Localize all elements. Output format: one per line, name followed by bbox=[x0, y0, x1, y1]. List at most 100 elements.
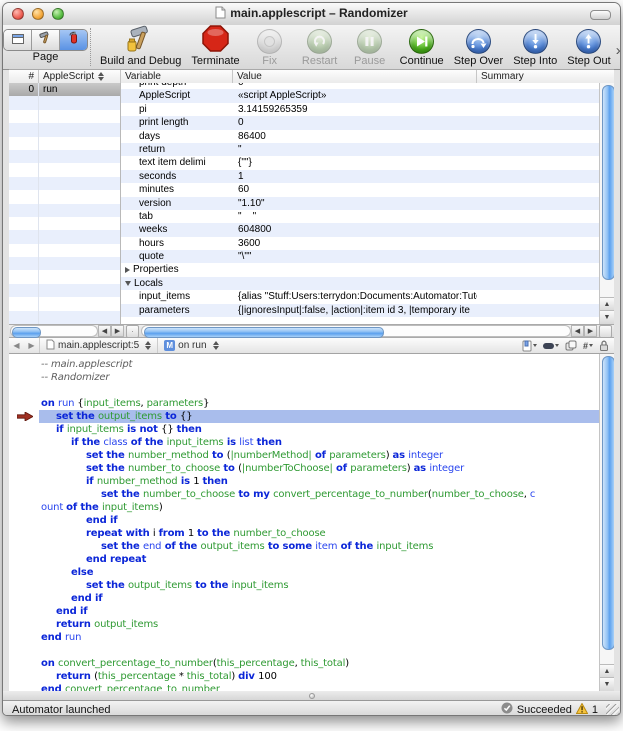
scroll-up-arrow[interactable]: ▲ bbox=[600, 297, 614, 311]
code-line[interactable]: if the class of the input_items is list … bbox=[9, 436, 599, 449]
stack-frame-row[interactable]: 0run bbox=[9, 83, 120, 96]
warning-icon[interactable] bbox=[576, 703, 588, 717]
stack-empty-row bbox=[9, 230, 120, 243]
toolbar-button-step-over[interactable]: Step Over bbox=[454, 27, 504, 67]
stack-column-number[interactable]: # bbox=[9, 70, 39, 83]
code-line[interactable]: repeat with i from 1 to the number_to_ch… bbox=[9, 527, 599, 540]
variables-column-variable[interactable]: Variable bbox=[121, 70, 233, 83]
code-line[interactable]: set the number_method to (|numberMethod|… bbox=[9, 449, 599, 462]
variables-column-value[interactable]: Value bbox=[233, 70, 477, 83]
page-segment-editor[interactable] bbox=[4, 30, 32, 50]
scrollbar-corner-box bbox=[599, 325, 612, 338]
variable-row[interactable]: quote"\"" bbox=[121, 250, 599, 263]
stack-empty-row bbox=[9, 204, 120, 217]
code-line[interactable]: on convert_percentage_to_number(this_per… bbox=[9, 657, 599, 670]
variable-row[interactable]: hours3600 bbox=[121, 237, 599, 250]
code-line[interactable]: end if bbox=[9, 514, 599, 527]
breakpoints-menu-icon[interactable] bbox=[543, 343, 559, 349]
editor-scrollbar-thumb[interactable] bbox=[602, 356, 615, 650]
symbol-popup[interactable]: M on run bbox=[157, 338, 224, 353]
toolbar-toggle-button[interactable] bbox=[590, 10, 611, 20]
code-line[interactable]: set the number_to_choose to (|numberToCh… bbox=[9, 462, 599, 475]
code-line[interactable] bbox=[9, 644, 599, 657]
code-line[interactable]: return output_items bbox=[9, 618, 599, 631]
code-line[interactable]: set the end of the output_items to some … bbox=[9, 540, 599, 553]
variable-row[interactable]: parameters{|ignoresInput|:false, |action… bbox=[121, 304, 599, 317]
hammer-icon bbox=[126, 25, 156, 57]
current-execution-line[interactable]: set the output_items to {} bbox=[9, 410, 599, 423]
code-line[interactable]: end repeat bbox=[9, 553, 599, 566]
toolbar-button-step-out[interactable]: Step Out bbox=[567, 27, 610, 67]
stack-hscrollbar[interactable] bbox=[10, 325, 98, 337]
history-back-button[interactable]: ◀ bbox=[9, 341, 24, 350]
variable-row[interactable]: minutes60 bbox=[121, 183, 599, 196]
page-segment-build[interactable] bbox=[32, 30, 60, 50]
disclosure-closed-icon[interactable] bbox=[125, 267, 130, 273]
code-line[interactable]: end convert_percentage_to_number bbox=[9, 683, 599, 691]
variable-row[interactable]: print length0 bbox=[121, 116, 599, 129]
toolbar-button-continue[interactable]: Continue bbox=[400, 27, 444, 67]
code-line[interactable]: return (this_percentage * this_total) di… bbox=[9, 670, 599, 683]
variable-row[interactable]: text item delimi{""} bbox=[121, 156, 599, 169]
variables-scroll-left-arrow[interactable]: ◀ bbox=[571, 325, 584, 337]
variables-column-summary[interactable]: Summary bbox=[477, 70, 614, 83]
scroll-up-arrow[interactable]: ▲ bbox=[600, 664, 614, 678]
variable-row[interactable]: return" bbox=[121, 143, 599, 156]
code-line[interactable]: end if bbox=[9, 605, 599, 618]
variable-row[interactable]: input_items{alias "Stuff:Users:terrydon:… bbox=[121, 290, 599, 303]
toolbar-button-fix: Fix bbox=[250, 27, 290, 67]
variables-hscrollbar-thumb[interactable] bbox=[144, 327, 384, 338]
symbol-popup-label: on run bbox=[178, 340, 206, 351]
bookmarks-menu-icon[interactable] bbox=[522, 340, 537, 352]
variable-row[interactable]: pi3.14159265359 bbox=[121, 103, 599, 116]
pane-splitter[interactable] bbox=[3, 691, 620, 700]
disclosure-open-icon[interactable] bbox=[125, 281, 131, 286]
source-editor[interactable]: -- main.applescript-- Randomizer on run {… bbox=[9, 354, 614, 691]
toolbar-button-build-and-debug[interactable]: Build and Debug bbox=[100, 27, 181, 67]
file-popup[interactable]: main.applescript:5 bbox=[39, 338, 157, 353]
variable-row[interactable]: AppleScript«script AppleScript» bbox=[121, 89, 599, 102]
lock-icon[interactable] bbox=[599, 340, 609, 351]
stack-scroll-right-arrow[interactable]: ▶ bbox=[111, 325, 124, 337]
scroll-down-arrow[interactable]: ▼ bbox=[600, 677, 614, 691]
code-line[interactable]: on run {input_items, parameters} bbox=[9, 397, 599, 410]
counterparts-icon[interactable] bbox=[565, 340, 577, 351]
variable-row[interactable]: weeks604800 bbox=[121, 223, 599, 236]
resize-grip[interactable] bbox=[606, 704, 619, 716]
code-line[interactable] bbox=[9, 384, 599, 397]
stack-column-applescript[interactable]: AppleScript bbox=[39, 70, 121, 83]
variable-row[interactable]: version"1.10" bbox=[121, 197, 599, 210]
code-line[interactable]: set the number_to_choose to my convert_p… bbox=[9, 488, 599, 501]
warning-count[interactable]: 1 bbox=[592, 704, 598, 716]
scroll-down-arrow[interactable]: ▼ bbox=[600, 310, 614, 324]
variable-row[interactable]: days86400 bbox=[121, 130, 599, 143]
pane-resize-button[interactable]: · bbox=[126, 325, 139, 338]
stack-scroll-left-arrow[interactable]: ◀ bbox=[98, 325, 111, 337]
page-segment-debug[interactable] bbox=[60, 30, 87, 50]
toolbar-button-step-into[interactable]: Step Into bbox=[513, 27, 557, 67]
variables-scrollbar[interactable]: ▲ ▼ bbox=[599, 83, 614, 324]
toolbar-overflow-chevron[interactable]: » bbox=[616, 36, 621, 59]
variables-scroll-right-arrow[interactable]: ▶ bbox=[584, 325, 597, 337]
code-line[interactable]: set the output_items to the input_items bbox=[9, 579, 599, 592]
code-line[interactable]: ount of the input_items) bbox=[9, 501, 599, 514]
titlebar[interactable]: main.applescript – Randomizer bbox=[3, 3, 620, 26]
code-line[interactable]: end run bbox=[9, 631, 599, 644]
code-line[interactable]: else bbox=[9, 566, 599, 579]
line-numbers-menu-icon[interactable]: # bbox=[583, 341, 593, 351]
editor-scrollbar[interactable]: ▲ ▼ bbox=[599, 354, 614, 691]
code-line[interactable]: if number_method is 1 then bbox=[9, 475, 599, 488]
history-forward-button[interactable]: ▶ bbox=[24, 341, 39, 350]
toolbar-button-terminate[interactable]: Terminate bbox=[191, 27, 239, 67]
code-line[interactable]: end if bbox=[9, 592, 599, 605]
variable-row[interactable]: Locals bbox=[121, 277, 599, 290]
code-line[interactable]: -- Randomizer bbox=[9, 371, 599, 384]
variable-row[interactable]: Properties bbox=[121, 263, 599, 276]
variables-scrollbar-thumb[interactable] bbox=[602, 85, 615, 280]
code-line[interactable]: -- main.applescript bbox=[9, 358, 599, 371]
variable-row[interactable]: seconds1 bbox=[121, 170, 599, 183]
variable-row[interactable]: tab" " bbox=[121, 210, 599, 223]
code-line[interactable]: if input_items is not {} then bbox=[9, 423, 599, 436]
stack-hscrollbar-thumb[interactable] bbox=[12, 327, 41, 338]
variables-hscrollbar[interactable] bbox=[141, 325, 571, 337]
